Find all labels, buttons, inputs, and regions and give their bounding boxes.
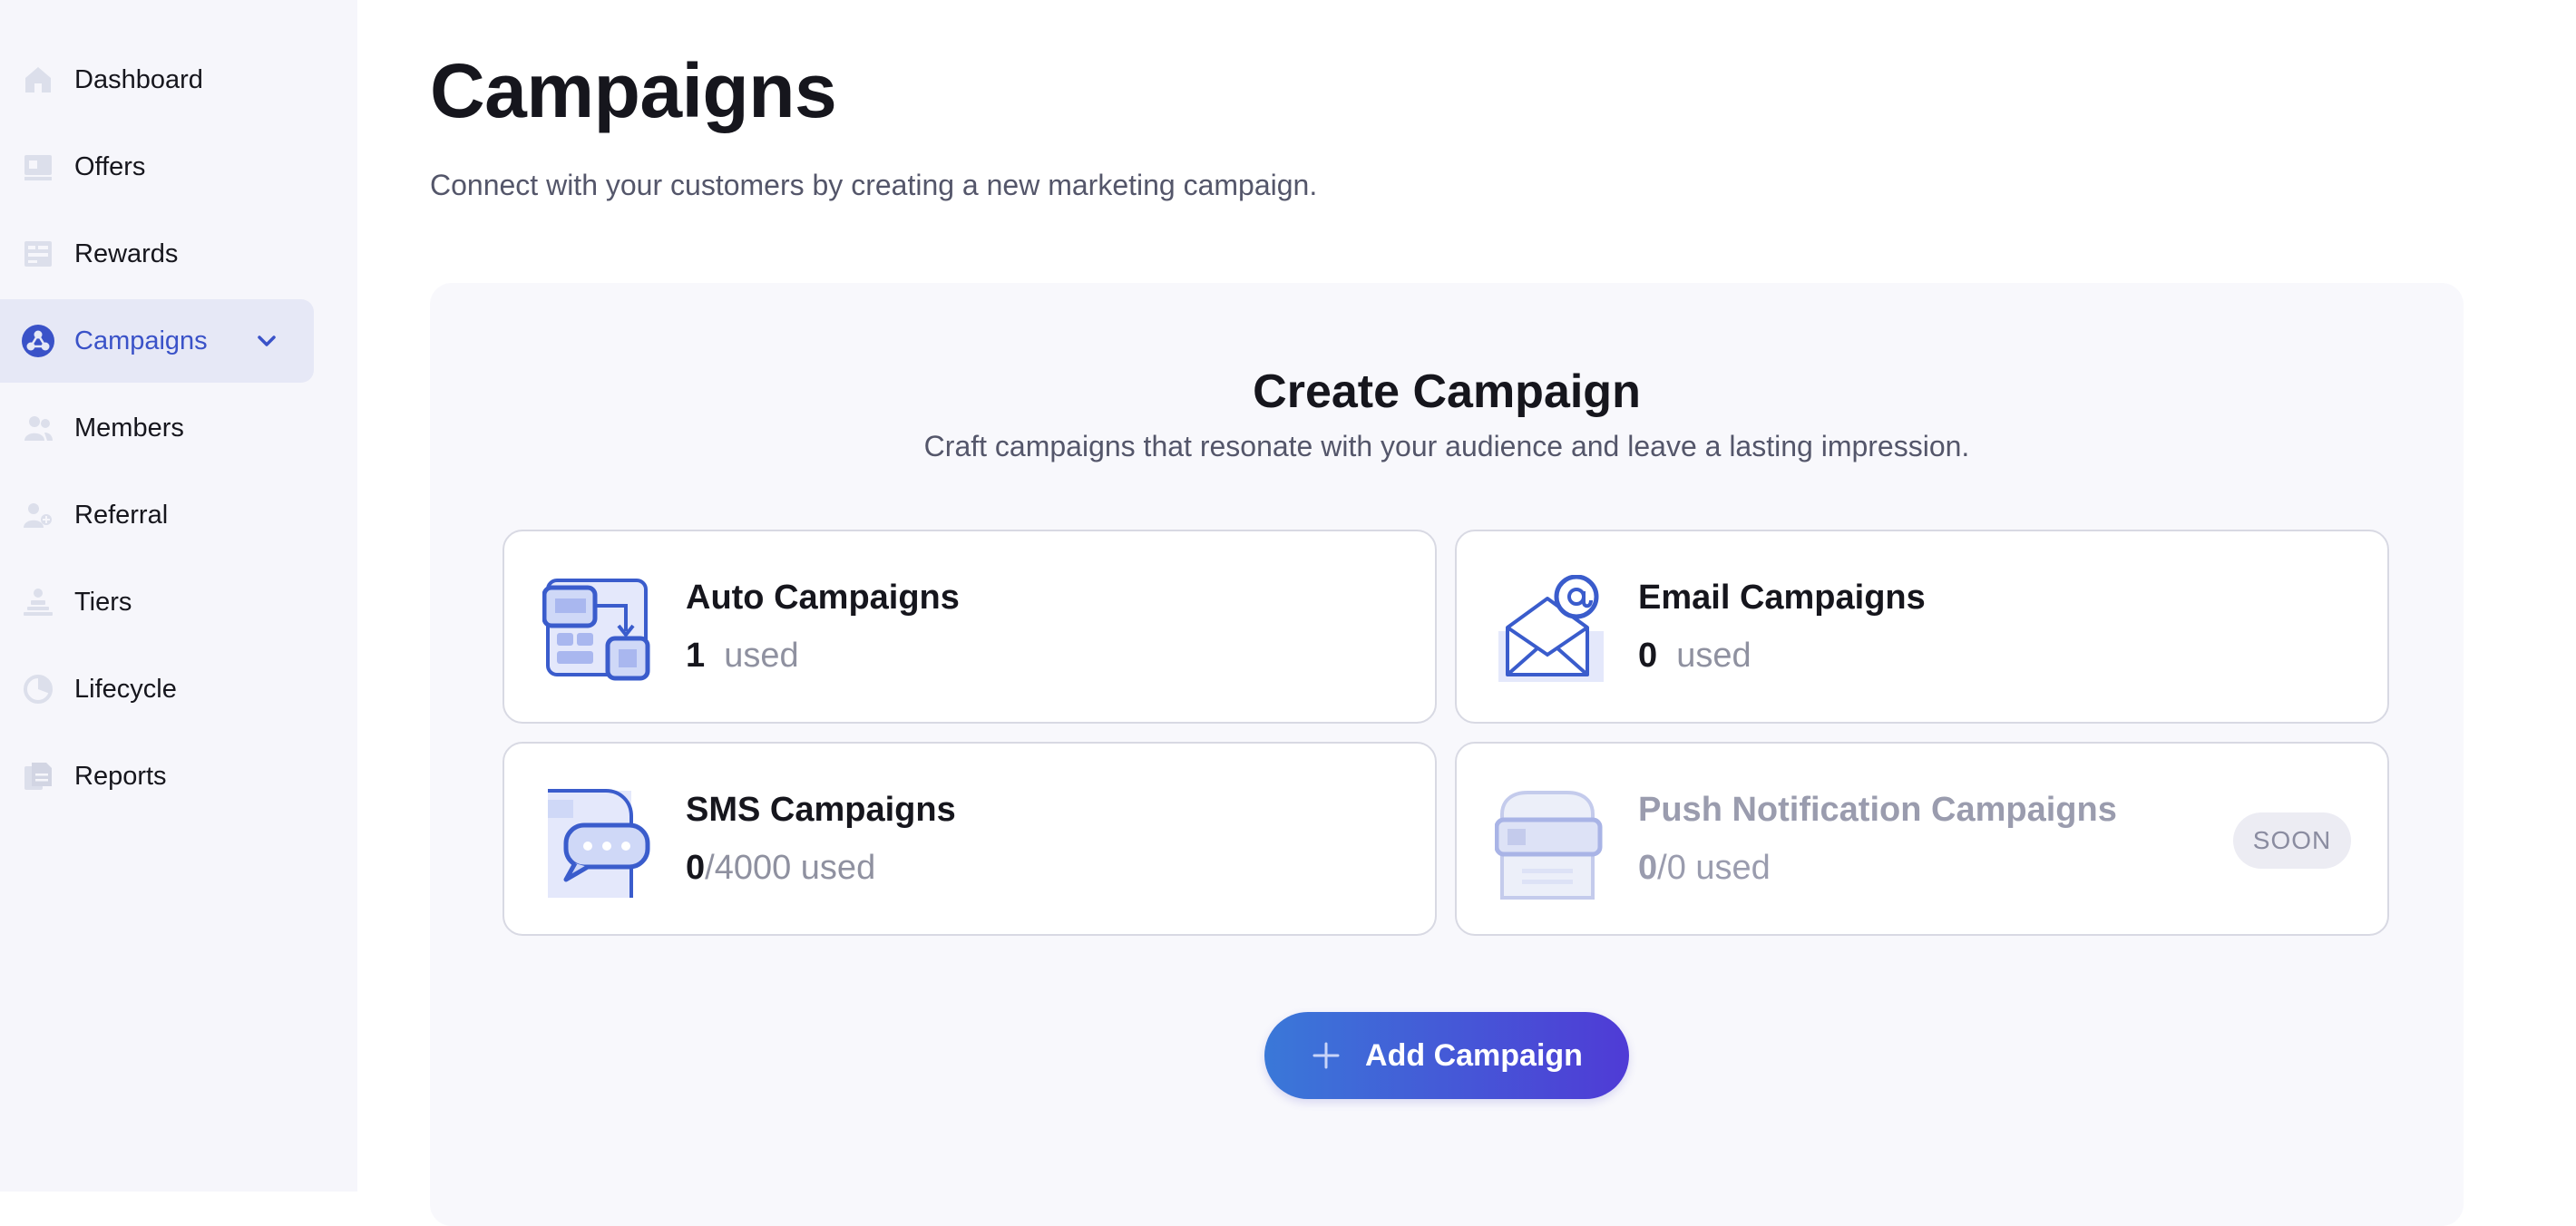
sidebar-item-label: Referral — [74, 500, 169, 530]
panel-subtitle: Craft campaigns that resonate with your … — [923, 430, 1970, 462]
page-title: Campaigns — [430, 48, 837, 133]
usage-count: 0 — [686, 849, 706, 887]
sidebar-item-label: Lifecycle — [74, 674, 177, 704]
sidebar-item-offers[interactable]: Offers — [0, 123, 357, 210]
sidebar-item-tiers[interactable]: Tiers — [0, 559, 357, 646]
card-usage: 0 used — [1638, 637, 1751, 676]
card-title: Auto Campaigns — [686, 579, 960, 617]
reports-icon — [20, 758, 56, 794]
campaigns-icon — [20, 323, 56, 359]
add-campaign-button[interactable]: Add Campaign — [1264, 1012, 1629, 1099]
sidebar-item-label: Offers — [74, 151, 146, 181]
card-title: Email Campaigns — [1638, 579, 1926, 617]
sidebar-item-referral[interactable]: Referral — [0, 472, 357, 559]
sidebar-item-label: Dashboard — [74, 64, 203, 94]
sidebar-item-members[interactable]: Members — [0, 384, 357, 472]
referral-icon — [20, 497, 56, 533]
sms-campaigns-card[interactable]: SMS Campaigns 0/4000 used — [503, 742, 1437, 936]
page-subtitle: Connect with your customers by creating … — [430, 169, 1318, 201]
sidebar: Dashboard Offers Rewards Campaigns Membe… — [0, 0, 357, 1192]
email-campaigns-card[interactable]: Email Campaigns 0 used — [1455, 530, 2389, 724]
usage-suffix: used — [724, 637, 799, 675]
sidebar-nav: Dashboard Offers Rewards Campaigns Membe… — [0, 36, 357, 820]
create-campaign-panel: Create Campaign Craft campaigns that res… — [430, 283, 2464, 1226]
plus-icon — [1311, 1040, 1342, 1071]
panel-title: Create Campaign — [1253, 365, 1641, 418]
usage-suffix: used — [1676, 637, 1751, 675]
usage-suffix: used — [1695, 849, 1771, 887]
tiers-icon — [20, 584, 56, 620]
sms-campaign-icon — [542, 787, 655, 900]
push-notification-icon — [1494, 787, 1607, 900]
sidebar-item-label: Members — [74, 413, 184, 443]
card-title: Push Notification Campaigns — [1638, 791, 2117, 829]
card-usage: 0/0 used — [1638, 849, 1771, 888]
card-usage: 0/4000 used — [686, 849, 875, 888]
chevron-down-icon[interactable] — [252, 326, 281, 355]
sidebar-item-label: Rewards — [74, 238, 179, 268]
card-usage: 1 used — [686, 637, 799, 676]
sidebar-item-reports[interactable]: Reports — [0, 733, 357, 820]
add-campaign-label: Add Campaign — [1365, 1037, 1583, 1073]
members-icon — [20, 410, 56, 446]
sidebar-item-campaigns[interactable]: Campaigns — [0, 297, 357, 384]
usage-count: 0 — [1638, 637, 1658, 675]
usage-suffix: used — [800, 849, 876, 887]
sidebar-item-label: Campaigns — [74, 326, 208, 355]
auto-campaign-icon — [542, 575, 655, 687]
rewards-icon — [20, 236, 56, 272]
email-campaign-icon — [1495, 574, 1607, 687]
push-notification-campaigns-card[interactable]: Push Notification Campaigns 0/0 used SOO… — [1455, 742, 2389, 936]
usage-limit: /0 — [1657, 849, 1686, 887]
sidebar-item-dashboard[interactable]: Dashboard — [0, 36, 357, 123]
card-title: SMS Campaigns — [686, 791, 956, 829]
auto-campaigns-card[interactable]: Auto Campaigns 1 used — [503, 530, 1437, 724]
usage-count: 1 — [686, 637, 706, 675]
sidebar-item-label: Tiers — [74, 587, 132, 617]
soon-badge: SOON — [2233, 812, 2351, 869]
offers-icon — [20, 149, 56, 185]
sidebar-item-label: Reports — [74, 761, 167, 791]
usage-limit: /4000 — [705, 849, 792, 887]
home-icon — [20, 62, 56, 98]
sidebar-item-lifecycle[interactable]: Lifecycle — [0, 646, 357, 733]
usage-count: 0 — [1638, 849, 1658, 887]
sidebar-item-rewards[interactable]: Rewards — [0, 210, 357, 297]
lifecycle-icon — [20, 671, 56, 707]
